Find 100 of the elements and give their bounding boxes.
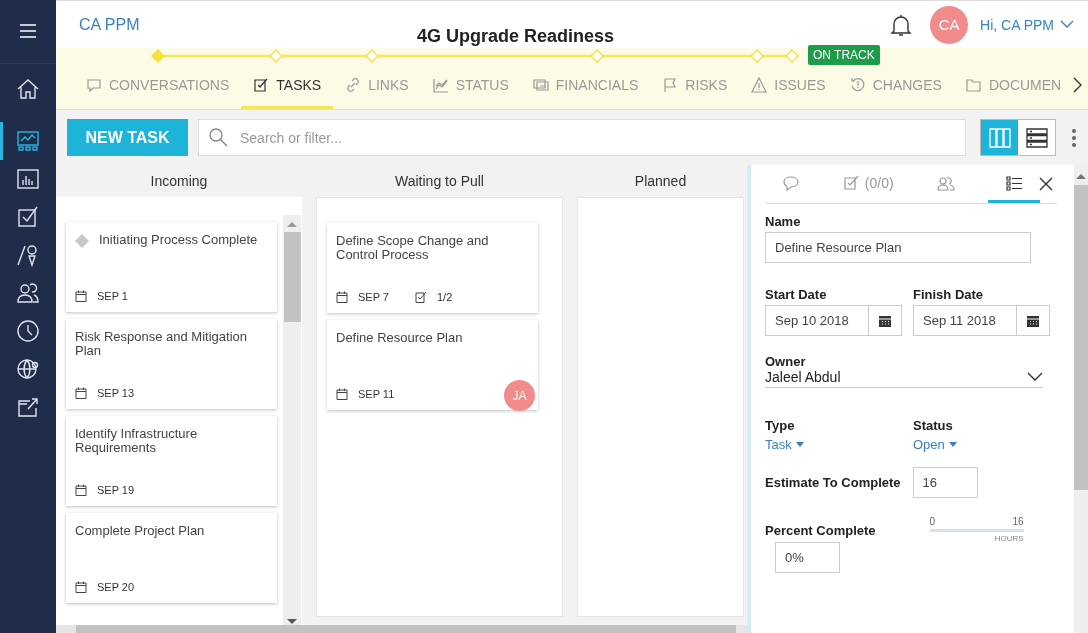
- field-label: Estimate To Complete: [765, 475, 901, 490]
- field-label: Status: [913, 418, 954, 433]
- field-label: Type: [765, 418, 796, 433]
- due-date: SEP 7: [358, 291, 389, 303]
- card-title: Identify Infrastructure Requirements: [75, 427, 199, 455]
- task-card[interactable]: Identify Infrastructure Requirements SEP 19: [66, 416, 277, 506]
- folder-icon: [965, 76, 982, 93]
- new-task-button[interactable]: NEW TASK: [67, 119, 188, 156]
- checklist-tab[interactable]: (0/0): [833, 165, 903, 203]
- scrollbar-thumb[interactable]: [283, 232, 301, 322]
- calendar-button[interactable]: [1017, 305, 1050, 336]
- calendar-icon: [879, 314, 892, 327]
- menu-icon[interactable]: [20, 24, 36, 38]
- slider-max: 16: [1012, 516, 1024, 527]
- nav-tab[interactable]: DOCUMEN: [953, 63, 1074, 109]
- card-title: Initiating Process Complete: [99, 233, 258, 247]
- task-card[interactable]: Define Resource Plan SEP 11 JA: [327, 320, 538, 410]
- caret-icon: [948, 442, 957, 447]
- owner-dropdown[interactable]: Jaleel Abdul: [765, 369, 1043, 388]
- warning-icon: [751, 76, 768, 93]
- chevron-down-icon: [1027, 372, 1043, 382]
- scroll-up-arrow-icon[interactable]: [1076, 173, 1086, 179]
- speech-bubble-icon: [781, 174, 800, 191]
- bell-icon[interactable]: [890, 12, 913, 37]
- banknote-icon: [532, 76, 549, 93]
- calendar-icon: [336, 388, 348, 400]
- list-icon: [1025, 127, 1048, 148]
- type-dropdown[interactable]: Task: [765, 437, 804, 452]
- chevron-down-icon: [1060, 20, 1074, 29]
- list-icon: [1005, 174, 1024, 191]
- app-brand[interactable]: CA PPM: [79, 15, 140, 34]
- field-label: Owner: [765, 354, 807, 369]
- estimate-field[interactable]: 16: [912, 467, 978, 498]
- list-view-button[interactable]: [1018, 120, 1055, 155]
- calendar-icon: [75, 387, 87, 399]
- due-date: SEP 13: [97, 387, 135, 399]
- due-date: SEP 20: [97, 581, 135, 593]
- column-title: Planned: [633, 172, 688, 191]
- calendar-icon: [75, 581, 87, 593]
- field-label: Start Date: [765, 287, 828, 302]
- checkbox-icon: [842, 174, 861, 191]
- start-date-field[interactable]: Sep 10 2018: [765, 305, 870, 336]
- task-card[interactable]: Complete Project Plan SEP 20: [66, 513, 277, 603]
- close-icon[interactable]: [1039, 177, 1053, 191]
- due-date: SEP 19: [97, 484, 135, 496]
- field-label: Name: [765, 214, 802, 229]
- slider-min: 0: [929, 516, 936, 527]
- task-card[interactable]: Define Scope Change and Control Process SEP 7 1/2: [327, 223, 538, 313]
- status-badge: ON TRACK: [808, 45, 880, 65]
- search-field[interactable]: Search or filter...: [198, 119, 966, 156]
- slider-unit: HOURS: [993, 534, 1024, 543]
- more-options-icon[interactable]: [1072, 127, 1076, 148]
- columns-icon: [988, 127, 1011, 148]
- line-chart-icon: [432, 76, 449, 93]
- task-card[interactable]: Risk Response and Mitigation Plan SEP 13: [66, 319, 277, 409]
- card-title: Define Resource Plan: [336, 331, 463, 345]
- calendar-icon: [75, 290, 87, 302]
- checkbox-icon: [253, 76, 270, 93]
- scroll-down-arrow-icon[interactable]: [287, 619, 297, 625]
- checklist-count: 1/2: [437, 291, 453, 303]
- flag-icon: [662, 76, 679, 93]
- scrollbar-thumb[interactable]: [1074, 185, 1088, 490]
- due-date: SEP 1: [97, 290, 128, 302]
- calendar-icon: [336, 291, 348, 303]
- search-icon: [208, 127, 228, 147]
- panel-scrollbar[interactable]: [1074, 165, 1088, 633]
- nav-tab[interactable]: RISKS: [650, 63, 740, 109]
- user-avatar[interactable]: CA: [930, 5, 969, 44]
- task-card[interactable]: Initiating Process Complete SEP 1: [66, 222, 277, 312]
- nav-tab[interactable]: CONVERSATIONS: [74, 63, 242, 109]
- caret-icon: [795, 442, 804, 447]
- nav-tab[interactable]: STATUS: [420, 63, 521, 109]
- nav-tab[interactable]: ISSUES: [739, 63, 838, 109]
- clock-alert-icon: [849, 76, 866, 93]
- calendar-icon: [75, 484, 87, 496]
- nav-tab[interactable]: FINANCIALS: [520, 63, 651, 109]
- column-title: Incoming: [149, 172, 209, 191]
- card-title: Risk Response and Mitigation Plan: [75, 330, 248, 358]
- people-icon: [936, 174, 955, 191]
- finish-date-field[interactable]: Sep 11 2018: [913, 305, 1018, 336]
- user-menu[interactable]: Hi, CA PPM: [980, 16, 1074, 33]
- percent-field[interactable]: 0%: [775, 542, 840, 573]
- status-dropdown[interactable]: Open: [913, 437, 957, 452]
- milestone-diamond-icon: [75, 234, 89, 248]
- card-title: Define Scope Change and Control Process: [336, 234, 490, 262]
- nav-tab[interactable]: LINKS: [333, 63, 421, 109]
- column-scrollbar[interactable]: [283, 215, 301, 625]
- field-label: Finish Date: [913, 287, 985, 302]
- card-title: Complete Project Plan: [75, 524, 205, 538]
- name-field[interactable]: Define Resource Plan: [765, 232, 1031, 263]
- due-date: SEP 11: [358, 388, 395, 400]
- owner-avatar[interactable]: JA: [504, 380, 535, 411]
- project-title: 4G Upgrade Readiness: [417, 26, 615, 47]
- speech-bubble-icon: [86, 76, 102, 93]
- link-icon: [345, 76, 362, 93]
- nav-tab[interactable]: TASKS: [241, 63, 334, 109]
- calendar-button[interactable]: [869, 305, 902, 336]
- checklist-icon: [415, 291, 427, 303]
- nav-tab[interactable]: CHANGES: [837, 63, 954, 109]
- calendar-icon: [1027, 314, 1040, 327]
